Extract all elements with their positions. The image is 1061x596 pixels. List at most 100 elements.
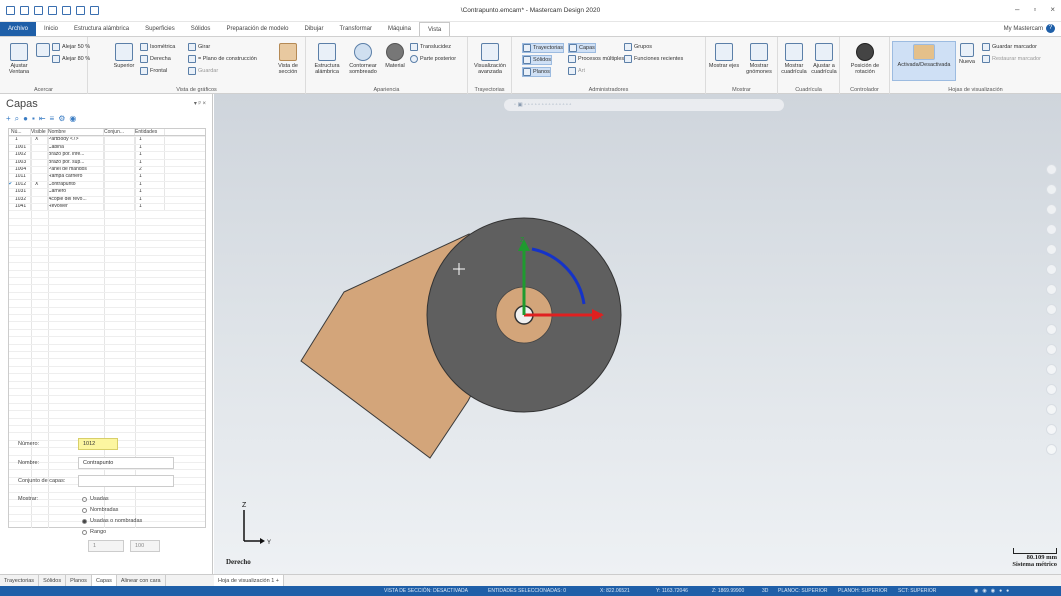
tab-vista[interactable]: Vista (418, 22, 451, 36)
tab-estructura[interactable]: Estructura alámbrica (66, 22, 137, 36)
zoom-window-button[interactable] (36, 43, 50, 59)
cell-visible[interactable] (31, 173, 48, 181)
advanced-display-button[interactable]: Visualización avanzada (470, 43, 510, 75)
planes-manager-button[interactable]: Planos (522, 67, 551, 77)
cell-visible[interactable] (31, 202, 48, 211)
numero-field[interactable]: 1012 (78, 438, 118, 450)
table-row[interactable]: 1002 Brazo por. infe... 1 (9, 151, 205, 159)
zoom-out-80-button[interactable]: Alejar 80 % (52, 55, 90, 63)
side-blank-icon[interactable] (1046, 404, 1057, 415)
tab-transformar[interactable]: Transformar (332, 22, 380, 36)
status-wcs[interactable]: SCT: SUPERIOR (898, 586, 936, 596)
bottom-tab-alinear[interactable]: Alinear con cara (117, 575, 166, 586)
construction-plane-button[interactable]: = Plano de construcción (188, 55, 257, 63)
nombre-field[interactable]: Contrapunto (78, 457, 174, 469)
layer-settings-icon[interactable]: ⚙ (58, 114, 65, 124)
status-mode[interactable]: 3D (762, 586, 768, 596)
side-settings-icon[interactable] (1046, 424, 1057, 435)
status-view-icons[interactable]: ◉◉◉●● (974, 586, 1013, 596)
isometric-view-button[interactable]: Isométrica (140, 43, 175, 51)
side-circle-icon[interactable] (1046, 204, 1057, 215)
layer-help-icon[interactable]: ◉ (69, 114, 76, 124)
show-axes-button[interactable]: Mostrar ejes (708, 43, 740, 69)
layer-select-icon[interactable]: ● (23, 114, 28, 124)
range-from-field[interactable]: 1 (88, 540, 124, 552)
status-section[interactable]: VISTA DE SECCIÓN: DESACTIVADA (384, 586, 468, 596)
cell-visible[interactable] (31, 195, 48, 203)
col-numero[interactable]: Nú... (9, 129, 31, 136)
panel-close-icon[interactable]: × (202, 101, 206, 107)
layer-delete-icon[interactable]: ▪ (32, 114, 35, 124)
side-clear-icon[interactable] (1046, 444, 1057, 455)
side-add-icon[interactable] (1046, 164, 1057, 175)
toolpaths-manager-button[interactable]: Trayectorias (522, 43, 565, 53)
wireframe-button[interactable]: Estructura alámbrica (310, 43, 344, 75)
radio-nombradas[interactable]: Nombradas (82, 507, 118, 513)
section-view-button[interactable]: Vista de sección (274, 43, 302, 75)
sheets-toggle-button[interactable]: Activada/Desactivada (892, 41, 956, 81)
tab-solidos[interactable]: Sólidos (183, 22, 219, 36)
table-row[interactable]: 1032 Acople del revo... 1 (9, 195, 205, 203)
add-layer-icon[interactable]: + (6, 114, 11, 124)
status-tplane[interactable]: PLANOH: SUPERIOR (838, 586, 887, 596)
layers-manager-button[interactable]: Capas (568, 43, 596, 53)
range-to-field[interactable]: 100 (130, 540, 160, 552)
radio-usadas-o-nombradas[interactable]: Usadas o nombradas (82, 518, 142, 524)
bottom-tab-solidos[interactable]: Sólidos (39, 575, 67, 586)
layer-list-icon[interactable]: ≡ (50, 114, 55, 124)
status-x[interactable]: X: 822.06521 (600, 586, 630, 596)
table-row[interactable]: 1004 Panel de mandos 2 (9, 165, 205, 174)
groups-manager-button[interactable]: Grupos (624, 43, 652, 51)
radio-rango[interactable]: Rango (82, 529, 106, 535)
material-button[interactable]: Material (384, 43, 406, 69)
save-bookmark-button[interactable]: Guardar marcador (982, 43, 1037, 51)
panel-menu-icon[interactable]: ▾ (194, 101, 197, 107)
tab-dibujar[interactable]: Dibujar (296, 22, 331, 36)
restore-icon[interactable]: ▫ (1033, 5, 1036, 14)
cell-visible[interactable]: X (31, 180, 48, 189)
cell-visible[interactable] (31, 151, 48, 159)
side-style-icon[interactable] (1046, 344, 1057, 355)
col-visible[interactable]: Visible (31, 129, 48, 136)
conjunto-field[interactable] (78, 475, 174, 487)
cell-visible[interactable]: X (31, 136, 48, 144)
col-conjunto[interactable]: Conjun... (104, 129, 135, 136)
bottom-tab-planos[interactable]: Planos (66, 575, 92, 586)
table-row[interactable]: 1011 Rampa carnero 1 (9, 173, 205, 181)
status-z[interactable]: Z: 1869.99900 (712, 586, 744, 596)
zoom-out-50-button[interactable]: Alejar 50 % (52, 43, 90, 51)
col-nombre[interactable]: Nombre (48, 129, 104, 136)
my-mastercam[interactable]: My Mastercam ? (1004, 24, 1055, 33)
pin-icon[interactable]: ᵖ (199, 101, 201, 107)
tab-preparacion[interactable]: Preparación de modelo (218, 22, 296, 36)
table-row[interactable]: 1012✓XContrapunto 1 (9, 180, 205, 189)
side-arc-icon[interactable] (1046, 224, 1057, 235)
multi-process-button[interactable]: Procesos múltiples (568, 55, 624, 63)
rotate-button[interactable]: Girar (188, 43, 210, 51)
cell-visible[interactable] (31, 165, 48, 174)
layer-move-icon[interactable]: ⇤ (39, 114, 46, 124)
model-canvas[interactable]: X Z Z Y (214, 94, 1061, 574)
side-link-icon[interactable] (1046, 264, 1057, 275)
side-layer-icon[interactable] (1046, 324, 1057, 335)
solids-manager-button[interactable]: Sólidos (522, 55, 553, 65)
art-manager-button[interactable]: Art (568, 67, 585, 75)
snap-grid-button[interactable]: Ajustar a cuadrícula (810, 43, 838, 75)
rotation-position-button[interactable]: Posición de rotación (844, 43, 886, 75)
cell-visible[interactable] (31, 143, 48, 152)
side-text-icon[interactable] (1046, 384, 1057, 395)
table-row[interactable]: 1001 Cabina 1 (9, 143, 205, 152)
superior-view-button[interactable]: Superior (112, 43, 136, 69)
close-icon[interactable]: × (1050, 5, 1055, 14)
cell-visible[interactable] (31, 188, 48, 196)
status-y[interactable]: Y: 1163.72046 (656, 586, 688, 596)
tab-inicio[interactable]: Inicio (36, 22, 66, 36)
side-trim-icon[interactable] (1046, 284, 1057, 295)
save-view-button[interactable]: Guardar (188, 67, 218, 75)
tab-superficies[interactable]: Superficies (137, 22, 183, 36)
cell-visible[interactable] (31, 158, 48, 166)
side-rect-icon[interactable] (1046, 244, 1057, 255)
find-layer-icon[interactable]: ⌕ (15, 114, 19, 124)
bottom-tab-capas[interactable]: Capas (91, 575, 117, 586)
fit-window-button[interactable]: Ajustar Ventana (4, 43, 34, 75)
